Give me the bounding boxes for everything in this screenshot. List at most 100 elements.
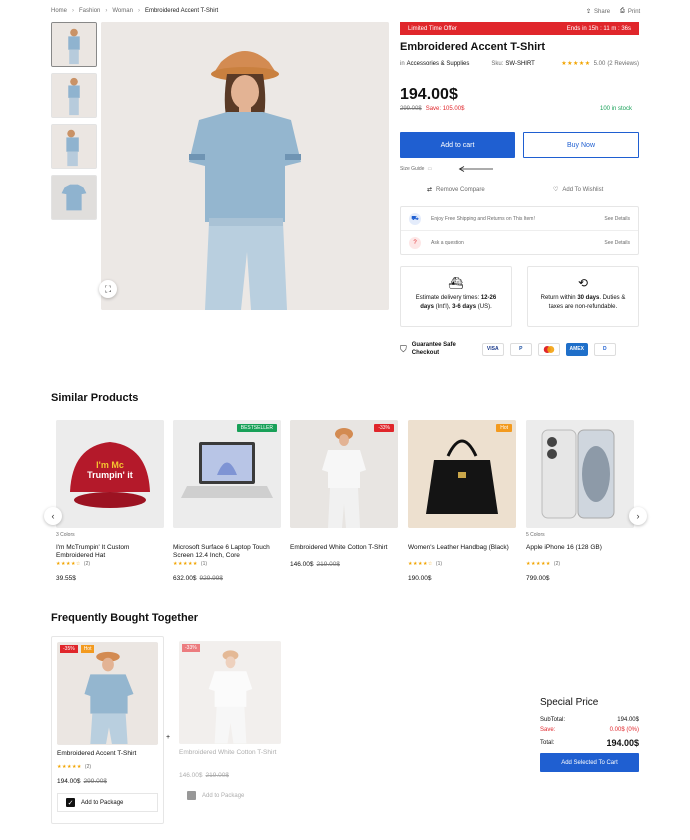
shipping-row[interactable]: ⛟ Enjoy Free Shipping and Returns on Thi… (401, 207, 638, 231)
product-name[interactable]: Women's Leather Handbag (Black) (408, 544, 516, 560)
add-selected-to-cart-button[interactable]: Add Selected To Cart (540, 753, 639, 772)
similar-products-heading: Similar Products (51, 392, 139, 404)
fbt-card[interactable]: -33% Embroidered White Cotton T-Shirt 14… (174, 636, 286, 824)
shipping-note: Enjoy Free Shipping and Returns on This … (431, 215, 535, 222)
main-product-image (101, 22, 389, 310)
fullscreen-icon[interactable]: ⛶ (99, 280, 117, 298)
product-price: 39.55$ (56, 575, 76, 582)
product-card[interactable]: Hot Women's Leather Handbag (Black) ★★★★… (408, 420, 516, 582)
add-to-package-label: Add to Package (81, 799, 124, 806)
remove-compare[interactable]: ⇄ Remove Compare (427, 186, 485, 194)
save-amount: Save: 105.00$ (425, 106, 465, 112)
size-guide[interactable]: Size Guide ▭ (400, 166, 432, 172)
product-image[interactable]: -33% (290, 420, 398, 528)
product-name[interactable]: Embroidered White Cotton T-Shirt (290, 544, 398, 560)
review-count[interactable]: (2 Reviews) (607, 61, 639, 67)
product-image[interactable]: Hot (408, 420, 516, 528)
ask-question-label: Ask a question (431, 240, 464, 246)
fbt-name[interactable]: Embroidered White Cotton T-Shirt (179, 749, 281, 763)
delivery-text: Estimate delivery times: 12-26 days (Int… (401, 294, 511, 312)
breadcrumb-home[interactable]: Home (51, 8, 67, 14)
amex-icon: AMEX (565, 342, 588, 356)
total-value: 194.00$ (606, 738, 639, 748)
limited-offer-bar: Limited Time Offer Ends in 15h : 11 m : … (400, 22, 639, 35)
product-image[interactable]: BESTSELLER (173, 420, 281, 528)
shipping-see-details[interactable]: See Details (604, 216, 630, 222)
special-price-panel: Special Price SubTotal: 194.00$ Save: 0.00… (540, 697, 639, 772)
fbt-discount-badge: -35% (60, 645, 78, 653)
share-button[interactable]: Share (594, 9, 610, 15)
heart-icon: ♡ (553, 187, 559, 193)
carousel-prev-icon[interactable]: ‹ (44, 507, 62, 525)
product-colors (408, 532, 516, 538)
product-card[interactable]: BESTSELLER Microsoft Surface 6 Laptop To… (173, 420, 281, 582)
fbt-image[interactable]: -33% (179, 641, 281, 744)
delivery-box: ⛴ Estimate delivery times: 12-26 days (I… (400, 266, 512, 327)
rating-stars-icon: ★★★★★ (57, 764, 82, 770)
fbt-card[interactable]: -35% Hot Embroidered Accent T-Shirt ★★★★… (51, 636, 164, 824)
rating-stars-icon: ★★★★☆ (56, 561, 81, 567)
total-label: Total: (540, 740, 555, 746)
size-guide-arrow-icon (458, 166, 494, 172)
add-to-package-toggle[interactable]: ✓ Add to Package (57, 793, 158, 812)
rating-stars-icon: ★★★★★ (561, 61, 591, 67)
offer-label: Limited Time Offer (408, 25, 457, 32)
thumbnail-4[interactable] (51, 175, 97, 220)
product-colors (290, 532, 398, 538)
fbt-old-price: 219.00$ (205, 772, 230, 779)
carousel-next-icon[interactable]: › (629, 507, 647, 525)
add-wishlist[interactable]: ♡ Add To Wishlist (553, 186, 603, 194)
print-icon[interactable]: ⎙ (620, 8, 625, 15)
breadcrumb-woman[interactable]: Woman (112, 8, 133, 14)
add-to-cart-button[interactable]: Add to cart (400, 132, 515, 158)
remove-compare-label[interactable]: Remove Compare (436, 187, 485, 193)
breadcrumb-fashion[interactable]: Fashion (79, 8, 100, 14)
product-card[interactable]: -33% Embroidered White Cotton T-Shirt 14… (290, 420, 398, 568)
share-icon[interactable]: ⇪ (586, 8, 591, 15)
rating-stars-icon: ★★★★★ (526, 561, 551, 567)
add-wishlist-label[interactable]: Add To Wishlist (562, 187, 603, 193)
product-image[interactable]: I'm Mc Trumpin' it (56, 420, 164, 528)
product-old-price: 219.00$ (316, 561, 341, 568)
ship-icon: ⛴ (448, 276, 464, 290)
product-badge: -33% (374, 424, 394, 432)
product-colors: 3 Colors (56, 532, 75, 538)
product-card[interactable]: I'm Mc Trumpin' it 3 Colors I'm McTrumpin… (56, 420, 164, 582)
fbt-name[interactable]: Embroidered Accent T-Shirt (57, 750, 158, 764)
product-name[interactable]: I'm McTrumpin' It Custom Embroidered Hat (56, 544, 164, 560)
question-see-details[interactable]: See Details (604, 240, 630, 246)
fbt-discount-badge: -33% (182, 644, 200, 652)
buy-now-button[interactable]: Buy Now (523, 132, 639, 158)
product-card[interactable]: 5 Colors Apple iPhone 16 (128 GB) ★★★★★(… (526, 420, 634, 582)
thumbnail-1[interactable] (51, 22, 97, 67)
diners-icon: D (593, 342, 616, 356)
visa-icon: VISA (481, 342, 504, 356)
product-image[interactable] (526, 420, 634, 528)
product-old-price: 929.99$ (199, 575, 224, 582)
add-to-package-toggle[interactable]: Add to Package (179, 787, 281, 804)
product-badge: BESTSELLER (236, 424, 277, 432)
ruler-icon: ▭ (427, 166, 433, 172)
category-prefix: in (400, 60, 405, 67)
product-name[interactable]: Apple iPhone 16 (128 GB) (526, 544, 634, 560)
checkbox-unchecked-icon[interactable] (187, 791, 196, 800)
similar-products-carousel: I'm Mc Trumpin' it 3 Colors I'm McTrumpin… (56, 420, 635, 590)
question-row[interactable]: ? Ask a question See Details (401, 231, 638, 255)
return-pre: Return within (540, 295, 578, 301)
thumbnail-2[interactable] (51, 73, 97, 118)
product-colors (173, 532, 281, 538)
fbt-heading: Frequently Bought Together (51, 612, 199, 624)
offer-timer: Ends in 15h : 11 m : 36s (566, 25, 631, 32)
size-guide-label[interactable]: Size Guide (400, 166, 424, 172)
price: 194.00$ (400, 86, 458, 103)
fbt-reviews: (2) (84, 764, 92, 770)
checkbox-checked-icon[interactable]: ✓ (66, 798, 75, 807)
subtotal-value: 194.00$ (617, 717, 639, 723)
thumbnail-3[interactable] (51, 124, 97, 169)
product-name[interactable]: Microsoft Surface 6 Laptop Touch Screen … (173, 544, 281, 560)
compare-icon: ⇄ (427, 187, 433, 193)
fbt-image[interactable]: -35% Hot (57, 642, 158, 745)
print-button[interactable]: Print (628, 9, 640, 15)
product-reviews: (1) (200, 561, 208, 567)
category-link[interactable]: Accessories & Supplies (407, 61, 470, 67)
